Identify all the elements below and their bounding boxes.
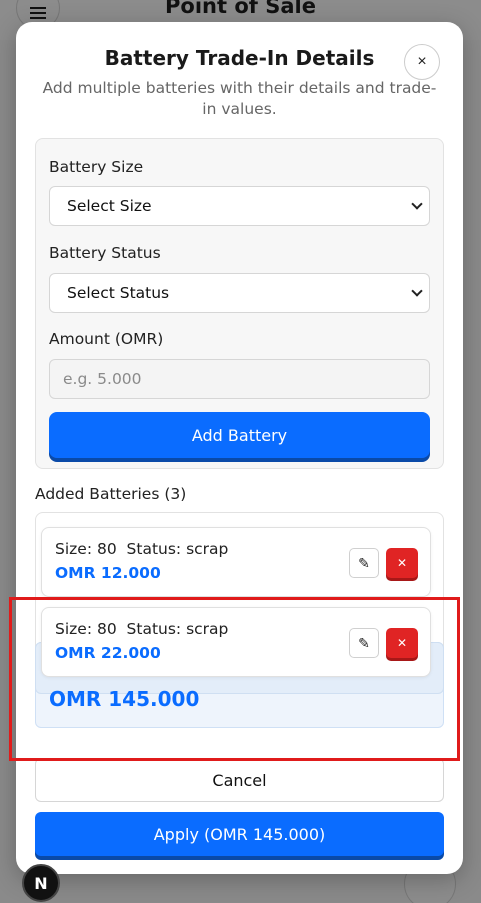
pencil-icon: ✎ bbox=[358, 554, 370, 571]
add-battery-button[interactable]: Add Battery bbox=[49, 412, 430, 458]
battery-size-label: Battery Size bbox=[49, 158, 144, 176]
delete-button[interactable]: ✕ bbox=[386, 628, 418, 658]
battery-status-label: Battery Status bbox=[49, 244, 161, 262]
close-icon: ✕ bbox=[396, 636, 408, 650]
cancel-button[interactable]: Cancel bbox=[35, 758, 444, 802]
close-button[interactable]: × bbox=[404, 44, 440, 80]
amount-input[interactable] bbox=[49, 359, 430, 399]
trade-in-modal: Battery Trade-In Details × Add multiple … bbox=[16, 22, 463, 874]
chevron-down-icon bbox=[411, 198, 423, 210]
list-item: Size: 80 Status: scrap OMR 22.000 ✎ ✕ bbox=[41, 607, 431, 677]
battery-details: Size: 80 Status: scrap bbox=[55, 620, 229, 638]
app-title: Point of Sale bbox=[165, 0, 316, 18]
edit-button[interactable]: ✎ bbox=[349, 628, 379, 658]
chevron-down-icon bbox=[411, 285, 423, 297]
battery-amount: OMR 12.000 bbox=[55, 564, 161, 582]
close-icon: ✕ bbox=[396, 556, 408, 570]
modal-title: Battery Trade-In Details bbox=[104, 46, 375, 70]
delete-button[interactable]: ✕ bbox=[386, 548, 418, 578]
battery-amount: OMR 22.000 bbox=[55, 644, 161, 662]
added-batteries-heading: Added Batteries (3) bbox=[35, 485, 187, 503]
battery-status-select[interactable]: Select Status bbox=[49, 273, 430, 313]
battery-status-value: Select Status bbox=[67, 284, 170, 302]
battery-size-select[interactable]: Select Size bbox=[49, 186, 430, 226]
edit-button[interactable]: ✎ bbox=[349, 548, 379, 578]
battery-size-value: Select Size bbox=[67, 197, 152, 215]
battery-details: Size: 80 Status: scrap bbox=[55, 540, 229, 558]
modal-subtitle: Add multiple batteries with their detail… bbox=[42, 79, 437, 118]
apply-button[interactable]: Apply (OMR 145.000) bbox=[35, 812, 444, 856]
list-item: Size: 80 Status: scrap OMR 12.000 ✎ ✕ bbox=[41, 527, 431, 597]
total-amount: OMR 145.000 bbox=[49, 687, 200, 711]
battery-form: Battery Size Select Size Battery Status … bbox=[35, 138, 444, 469]
amount-label: Amount (OMR) bbox=[49, 330, 164, 348]
dev-tools-badge[interactable]: N bbox=[22, 864, 60, 902]
close-icon: × bbox=[417, 53, 427, 70]
pencil-icon: ✎ bbox=[358, 634, 370, 651]
